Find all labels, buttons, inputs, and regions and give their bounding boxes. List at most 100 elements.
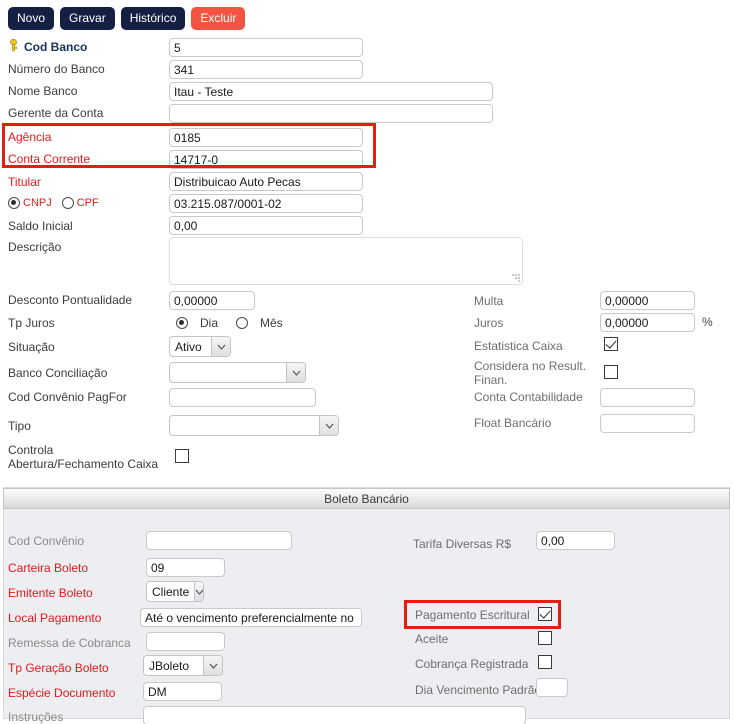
- cod-banco-input[interactable]: [169, 38, 363, 57]
- field-tipo-label: Tipo: [8, 419, 31, 433]
- titular-input[interactable]: [169, 172, 363, 191]
- tarifa-diversas-input[interactable]: [536, 531, 615, 550]
- tp-juros-dia-radio[interactable]: [176, 317, 188, 329]
- cod-convenio-pagfor-label: Cod Convênio PagFor: [8, 390, 127, 404]
- tp-juros-mes-label: Mês: [260, 316, 283, 330]
- field-tarifa-diversas-label: Tarifa Diversas R$: [413, 537, 511, 551]
- descricao-textarea[interactable]: [169, 237, 523, 285]
- chevron-down-icon: [194, 582, 204, 601]
- field-remessa-cobranca-label: Remessa de Cobranca: [8, 636, 131, 650]
- local-pagamento-input[interactable]: [140, 608, 362, 627]
- titular-label: Titular: [8, 175, 41, 189]
- aceite-label: Aceite: [415, 632, 448, 646]
- gerente-conta-label: Gerente da Conta: [8, 106, 103, 120]
- banco-conciliacao-label: Banco Conciliação: [8, 366, 107, 380]
- tp-geracao-boleto-select[interactable]: JBoleto: [143, 655, 223, 676]
- field-cod-convenio-label: Cod Convênio: [8, 534, 84, 548]
- field-considera-result-label: Considera no Result. Finan.: [474, 359, 592, 387]
- documento-input[interactable]: [169, 194, 363, 213]
- pagamento-escritural-label: Pagamento Escritural: [415, 608, 530, 622]
- instrucoes-input[interactable]: [143, 706, 526, 724]
- excluir-button[interactable]: Excluir: [191, 7, 245, 30]
- carteira-boleto-label: Carteira Boleto: [8, 561, 88, 575]
- estatistica-caixa-label: Estatistica Caixa: [474, 339, 563, 353]
- juros-suffix: %: [702, 315, 713, 329]
- field-float-bancario-label: Float Bancário: [474, 416, 551, 430]
- tp-juros-group: Dia Mês: [176, 316, 283, 330]
- tp-juros-dia-label: Dia: [200, 316, 218, 330]
- float-bancario-input[interactable]: [600, 414, 695, 433]
- especie-documento-label: Espécie Documento: [8, 686, 115, 700]
- nome-banco-input[interactable]: [169, 82, 493, 101]
- banco-conciliacao-select[interactable]: [169, 362, 306, 383]
- dia-vencimento-padrao-input[interactable]: [536, 678, 568, 697]
- considera-result-checkbox[interactable]: [604, 365, 618, 379]
- field-dia-vencimento-padrao-label: Dia Vencimento Padrão: [415, 683, 541, 697]
- novo-button[interactable]: Novo: [8, 7, 54, 30]
- boleto-panel-header: Boleto Bancário: [3, 488, 730, 509]
- tp-juros-label: Tp Juros: [8, 316, 55, 330]
- historico-button[interactable]: Histórico: [121, 7, 186, 30]
- carteira-boleto-input[interactable]: [146, 558, 225, 577]
- cod-convenio-pagfor-input[interactable]: [169, 388, 316, 407]
- controla-caixa-checkbox[interactable]: [175, 449, 189, 463]
- field-nome-banco-label: Nome Banco: [8, 84, 77, 98]
- local-pagamento-label: Local Pagamento: [8, 611, 101, 625]
- saldo-inicial-input[interactable]: [169, 216, 363, 235]
- controla-caixa-label: Controla Abertura/Fechamento Caixa: [8, 443, 163, 471]
- cobranca-registrada-checkbox[interactable]: [538, 655, 552, 669]
- emitente-boleto-label: Emitente Boleto: [8, 586, 93, 600]
- juros-label: Juros: [474, 316, 503, 330]
- cpf-label: CPF: [77, 197, 99, 209]
- gravar-button[interactable]: Gravar: [60, 7, 115, 30]
- especie-documento-input[interactable]: [143, 682, 222, 701]
- cnpj-radio[interactable]: [8, 197, 20, 209]
- gerente-conta-input[interactable]: [169, 104, 493, 123]
- descricao-textarea-wrap: [169, 237, 523, 285]
- tipo-label: Tipo: [8, 419, 31, 433]
- emitente-boleto-select[interactable]: Cliente: [146, 581, 204, 602]
- saldo-inicial-label: Saldo Inicial: [8, 219, 73, 233]
- tipo-select-value: [170, 416, 319, 435]
- nome-banco-label: Nome Banco: [8, 84, 77, 98]
- cobranca-registrada-label: Cobrança Registrada: [415, 657, 528, 671]
- agencia-input[interactable]: [169, 128, 363, 147]
- field-tp-geracao-boleto-label: Tp Geração Boleto: [8, 661, 109, 675]
- juros-input[interactable]: [600, 313, 695, 332]
- tp-geracao-boleto-label: Tp Geração Boleto: [8, 661, 109, 675]
- aceite-checkbox[interactable]: [538, 631, 552, 645]
- multa-label: Multa: [474, 294, 503, 308]
- numero-banco-input[interactable]: [169, 60, 363, 79]
- remessa-cobranca-label: Remessa de Cobranca: [8, 636, 131, 650]
- tp-juros-mes-radio[interactable]: [236, 317, 248, 329]
- field-conta-corrente-label: Conta Corrente: [8, 152, 90, 166]
- estatistica-caixa-checkbox[interactable]: [604, 337, 618, 351]
- dia-vencimento-padrao-label: Dia Vencimento Padrão: [415, 683, 541, 697]
- field-emitente-boleto-label: Emitente Boleto: [8, 586, 93, 600]
- conta-corrente-label: Conta Corrente: [8, 152, 90, 166]
- cod-convenio-label: Cod Convênio: [8, 534, 84, 548]
- conta-corrente-input[interactable]: [169, 150, 363, 169]
- tarifa-diversas-label: Tarifa Diversas R$: [413, 537, 511, 551]
- remessa-cobranca-input[interactable]: [146, 632, 225, 651]
- field-aceite-label: Aceite: [415, 632, 448, 646]
- conta-contabilidade-input[interactable]: [600, 388, 695, 407]
- desconto-pontualidade-input[interactable]: [169, 291, 255, 310]
- descricao-label: Descrição: [8, 240, 61, 254]
- multa-input[interactable]: [600, 291, 695, 310]
- cpf-radio[interactable]: [62, 197, 74, 209]
- situacao-label: Situação: [8, 340, 55, 354]
- situacao-select[interactable]: Ativo: [169, 336, 231, 357]
- tipo-select[interactable]: [169, 415, 339, 436]
- chevron-down-icon: [286, 363, 305, 382]
- conta-contabilidade-label: Conta Contabilidade: [474, 390, 583, 404]
- field-titular-label: Titular: [8, 175, 41, 189]
- field-carteira-boleto-label: Carteira Boleto: [8, 561, 88, 575]
- boleto-panel-title: Boleto Bancário: [324, 492, 409, 506]
- cod-convenio-input[interactable]: [146, 531, 292, 550]
- tp-geracao-boleto-select-value: JBoleto: [144, 656, 203, 675]
- pagamento-escritural-checkbox[interactable]: [538, 607, 552, 621]
- field-tp-juros-label: Tp Juros: [8, 316, 55, 330]
- cnpj-label: CNPJ: [23, 197, 52, 209]
- chevron-down-icon: [203, 656, 222, 675]
